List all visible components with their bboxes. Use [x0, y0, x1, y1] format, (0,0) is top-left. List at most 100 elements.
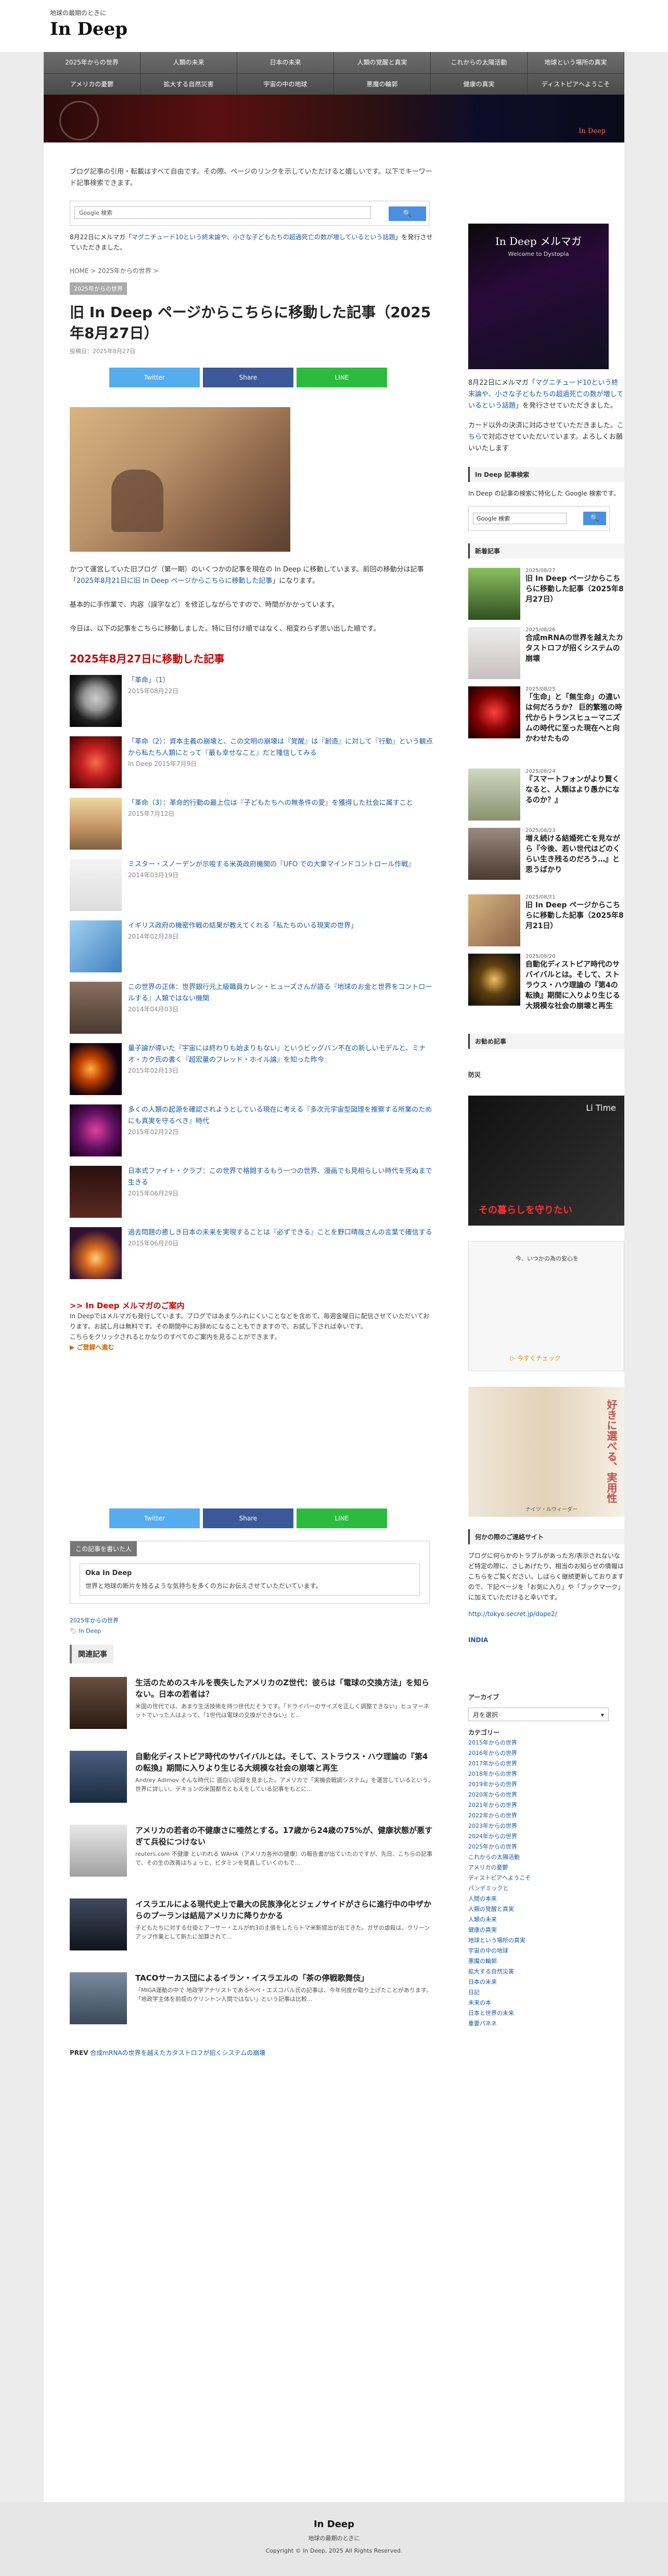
new-post-title[interactable]: 合成mRNAの世界を越えたカタストロフが招くシステムの崩壊	[525, 633, 624, 664]
site-title[interactable]: In Deep	[50, 19, 127, 40]
list-item[interactable]: この世界の正体：世界銀行元上級職員カレン・ヒューズさんが語る『地球のお金と世界を…	[70, 982, 434, 1034]
ad-cta[interactable]: ▷ 今すぐチェック	[510, 1354, 561, 1362]
list-item-title[interactable]: ミスター・スノーデンが示唆する米英政府機関の『UFO での大衆マインドコントロー…	[128, 861, 415, 868]
category-badge[interactable]: 2025年からの世界	[70, 282, 127, 295]
list-item-title[interactable]: 過去問題の癒しき日本の未来を実現することは『必ずできる』ことを野口晴哉さんの言葉…	[128, 1229, 432, 1237]
new-post-item[interactable]: 2025/08/20 自動化ディストピア時代のサバイバルとは。そして、ストラウス・…	[468, 954, 624, 1021]
category-link[interactable]: 2023年からの世界	[468, 1821, 624, 1831]
prev-article-link[interactable]: 2025年8月21日に旧 In Deep ページからこちらに移動した記事	[76, 577, 272, 585]
category-link[interactable]: 人類の未来	[468, 1915, 624, 1925]
category-link[interactable]: 2015年からの世界	[468, 1738, 624, 1748]
archive-select[interactable]: 月を選択 ▾	[468, 1708, 609, 1721]
related-title[interactable]: イスラエルによる現代史上で最大の民族浄化とジェノサイドがさらに進行中の中ザからの…	[135, 1898, 434, 1921]
category-link[interactable]: 2019年からの世界	[468, 1779, 624, 1790]
sidebar-search-input[interactable]: Google 検索	[473, 513, 567, 524]
related-item[interactable]: アメリカの若者の不健康さに唖然とする。17歳から24歳の75%が、健康状態が悪す…	[70, 1825, 434, 1885]
new-post-title[interactable]: 『スマートフォンがより賢くなると、人類はより愚かになるのか？』	[525, 774, 624, 805]
category-link[interactable]: 2025年からの世界	[468, 1842, 624, 1852]
category-link[interactable]: パンデミックと	[468, 1883, 624, 1894]
new-post-item[interactable]: 2025/08/21 旧 In Deep ページからこちらに移動した記事（2025…	[468, 894, 624, 946]
category-link[interactable]: 拡大する自然災害	[468, 1967, 624, 1977]
breadcrumb[interactable]: HOME > 2025年からの世界 >	[70, 266, 434, 275]
new-post-title[interactable]: 「生命」と「無生命」の違いは何だろうか？ 巨的繁殖の時代からトランスヒューマニズ…	[525, 692, 624, 744]
related-title[interactable]: 生活のためのスキルを喪失したアメリカのZ世代：彼らは「電球の交換方法」を知らない…	[135, 1677, 434, 1700]
list-item-title[interactable]: 「革命（3）：革命的行動の最上位は『子どもたちへの無条件の愛』を獲得した社会に属…	[128, 799, 413, 807]
footer-title[interactable]: In Deep	[0, 2519, 668, 2530]
list-item-title[interactable]: 量子論が導いた『宇宙には終わりも始まりもない』というビッグバン不在の新しいモデル…	[128, 1045, 426, 1064]
related-item[interactable]: イスラエルによる現代史上で最大の民族浄化とジェノサイドがさらに進行中の中ザからの…	[70, 1898, 434, 1959]
notice-link[interactable]: マグニチュード10という終末論や、小さな子どもたちの超過死亡の数が増しているとい…	[132, 233, 395, 241]
category-link[interactable]: 2021年からの世界	[468, 1800, 624, 1811]
list-item[interactable]: 過去問題の癒しき日本の未来を実現することは『必ずできる』ことを野口晴哉さんの言葉…	[70, 1227, 434, 1279]
related-title[interactable]: TACOサーカス団によるイラン・イスラエルの「茶の停戦歌舞伎」	[135, 1972, 434, 1984]
category-link[interactable]: ディストピアへようこそ	[468, 1873, 624, 1883]
new-post-item[interactable]: 2025/08/27 旧 In Deep ページからこちらに移動した記事（2025…	[468, 568, 624, 620]
category-link[interactable]: 日本の未来	[468, 1977, 624, 1987]
category-link[interactable]: 宇宙の中の地球	[468, 1946, 624, 1956]
list-item-title[interactable]: イギリス政府の機密作戦の結果が教えてくれる「私たちのいる現実の世界」	[128, 922, 357, 930]
category-link[interactable]: 2020年からの世界	[468, 1790, 624, 1800]
new-post-title[interactable]: 旧 In Deep ページからこちらに移動した記事（2025年8月27日）	[525, 574, 624, 605]
nav-item[interactable]: 悪魔の輪郭	[334, 74, 431, 95]
category-link[interactable]: 地球という場所の真実	[468, 1935, 624, 1946]
related-item[interactable]: 生活のためのスキルを喪失したアメリカのZ世代：彼らは「電球の交換方法」を知らない…	[70, 1677, 434, 1737]
category-link[interactable]: 2024年からの世界	[468, 1831, 624, 1842]
line-share-button[interactable]: LINE	[297, 1508, 387, 1528]
ad-banner-litime[interactable]: Li Time その暮らしを守りたい	[468, 1096, 624, 1226]
category-link[interactable]: アメリカの憂鬱	[468, 1863, 624, 1873]
ad-banner-furniture[interactable]: 好きに選べる、実用性 ナイツ・ルウィーダー	[468, 1387, 624, 1517]
nav-item[interactable]: 2025年からの世界	[44, 52, 140, 73]
nav-item[interactable]: 人類の未来	[140, 52, 237, 73]
related-item[interactable]: 自動化ディストピア時代のサバイバルとは。そして、ストラウス・ハウ理論の『第4の転…	[70, 1751, 434, 1811]
category-link[interactable]: 2018年からの世界	[468, 1769, 624, 1779]
category-link[interactable]: 重要パネネ	[468, 2019, 624, 2029]
ad-banner-bousai[interactable]: 今、いつかの為の安心を ▷ 今すぐチェック	[468, 1241, 624, 1371]
category-link[interactable]: 2016年からの世界	[468, 1748, 624, 1759]
list-item-title[interactable]: 多くの人類の起源を確認されようとしている現在に考える『多次元宇宙型図理を推察する…	[128, 1106, 432, 1125]
category-link[interactable]: 2017年からの世界	[468, 1759, 624, 1769]
list-item[interactable]: 「革命（2）：資本主義の崩壊と、この文明の崩壊は『覚醒』は『創造』に対して『行動…	[70, 736, 434, 788]
nav-item[interactable]: 人類の覚醒と真実	[334, 52, 431, 73]
category-link[interactable]: 健康の真実	[468, 1925, 624, 1935]
twitter-share-button[interactable]: Twitter	[109, 1508, 200, 1528]
prev-link[interactable]: 合成mRNAの世界を越えたカタストロフが招くシステムの崩壊	[90, 2049, 265, 2057]
category-link[interactable]: 未来の本	[468, 1998, 624, 2008]
related-title[interactable]: 自動化ディストピア時代のサバイバルとは。そして、ストラウス・ハウ理論の『第4の転…	[135, 1751, 434, 1774]
new-post-title[interactable]: 自動化ディストピア時代のサバイバルとは。そして、ストラウス・ハウ理論の『第4の転…	[525, 959, 624, 1011]
related-title[interactable]: アメリカの若者の不健康さに唖然とする。17歳から24歳の75%が、健康状態が悪す…	[135, 1825, 434, 1848]
tag-link[interactable]: In Deep	[79, 1628, 101, 1634]
list-item[interactable]: 量子論が導いた『宇宙には終わりも始まりもない』というビッグバン不在の新しいモデル…	[70, 1043, 434, 1095]
magazine-cta[interactable]: ▶ ご登録へ進む	[70, 1342, 434, 1352]
category-link[interactable]: 人間の本来	[468, 1894, 624, 1904]
search-button[interactable]: 🔍	[389, 206, 426, 221]
new-post-item[interactable]: 2025/08/24 『スマートフォンがより賢くなると、人類はより愚かになるのか？…	[468, 769, 624, 821]
nav-item[interactable]: 地球という場所の真実	[528, 52, 624, 73]
sidebar-search-button[interactable]: 🔍	[583, 512, 606, 525]
magazine-banner[interactable]: In Deep メルマガ Welcome to Dystopia	[468, 224, 609, 369]
list-item[interactable]: イギリス政府の機密作戦の結果が教えてくれる「私たちのいる現実の世界」 2014年0…	[70, 920, 434, 972]
nav-item[interactable]: 拡大する自然災害	[140, 74, 237, 95]
list-item-title[interactable]: 「革命（2）：資本主義の崩壊と、この文明の崩壊は『覚醒』は『創造』に対して『行動…	[128, 738, 433, 757]
list-item-title[interactable]: この世界の正体：世界銀行元上級職員カレン・ヒューズさんが語る『地球のお金と世界を…	[128, 983, 432, 1003]
related-item[interactable]: TACOサーカス団によるイラン・イスラエルの「茶の停戦歌舞伎」 「MIGA運動の中…	[70, 1972, 434, 2033]
magazine-link[interactable]: こちらをクリックされるとかなりのすべてのご案内を見ることができます。	[70, 1333, 280, 1341]
contact-site-link[interactable]: http://tokyo.secret.jp/dope2/	[468, 1609, 624, 1619]
nav-item[interactable]: 健康の真実	[431, 74, 528, 95]
category-link[interactable]: 2025年からの世界	[70, 1617, 119, 1624]
facebook-share-button[interactable]: Share	[203, 1508, 293, 1528]
nav-item[interactable]: 宇宙の中の地球	[237, 74, 334, 95]
nav-item[interactable]: 日本の未来	[237, 52, 334, 73]
search-input[interactable]: Google 検索	[74, 206, 371, 219]
list-item-title[interactable]: 日本式ファイト・クラブ：この世界で格闘するもう一つの世界、漫画でも見相らしい時代…	[128, 1167, 432, 1187]
new-post-title[interactable]: 旧 In Deep ページからこちらに移動した記事（2025年8月21日）	[525, 900, 624, 931]
category-link[interactable]: 日本と世界の未来	[468, 2008, 624, 2019]
contact-site-name[interactable]: INDIA	[468, 1635, 624, 1645]
list-item[interactable]: 多くの人類の起源を確認されようとしている現在に考える『多次元宇宙型図理を推察する…	[70, 1104, 434, 1156]
new-post-item[interactable]: 2025/08/23 増え続ける結婚死亡を見ながら『今後、若い世代はどのくらい生き…	[468, 828, 624, 885]
category-link[interactable]: 2022年からの世界	[468, 1811, 624, 1821]
new-post-item[interactable]: 2025/08/25 「生命」と「無生命」の違いは何だろうか？ 巨的繁殖の時代から…	[468, 686, 624, 759]
nav-item[interactable]: ディストピアへようこそ	[528, 74, 624, 95]
list-item-title[interactable]: 「革命」（1）	[128, 676, 170, 684]
list-item[interactable]: 日本式ファイト・クラブ：この世界で格闘するもう一つの世界、漫画でも見相らしい時代…	[70, 1166, 434, 1218]
list-item[interactable]: ミスター・スノーデンが示唆する米英政府機関の『UFO での大衆マインドコントロー…	[70, 859, 434, 911]
